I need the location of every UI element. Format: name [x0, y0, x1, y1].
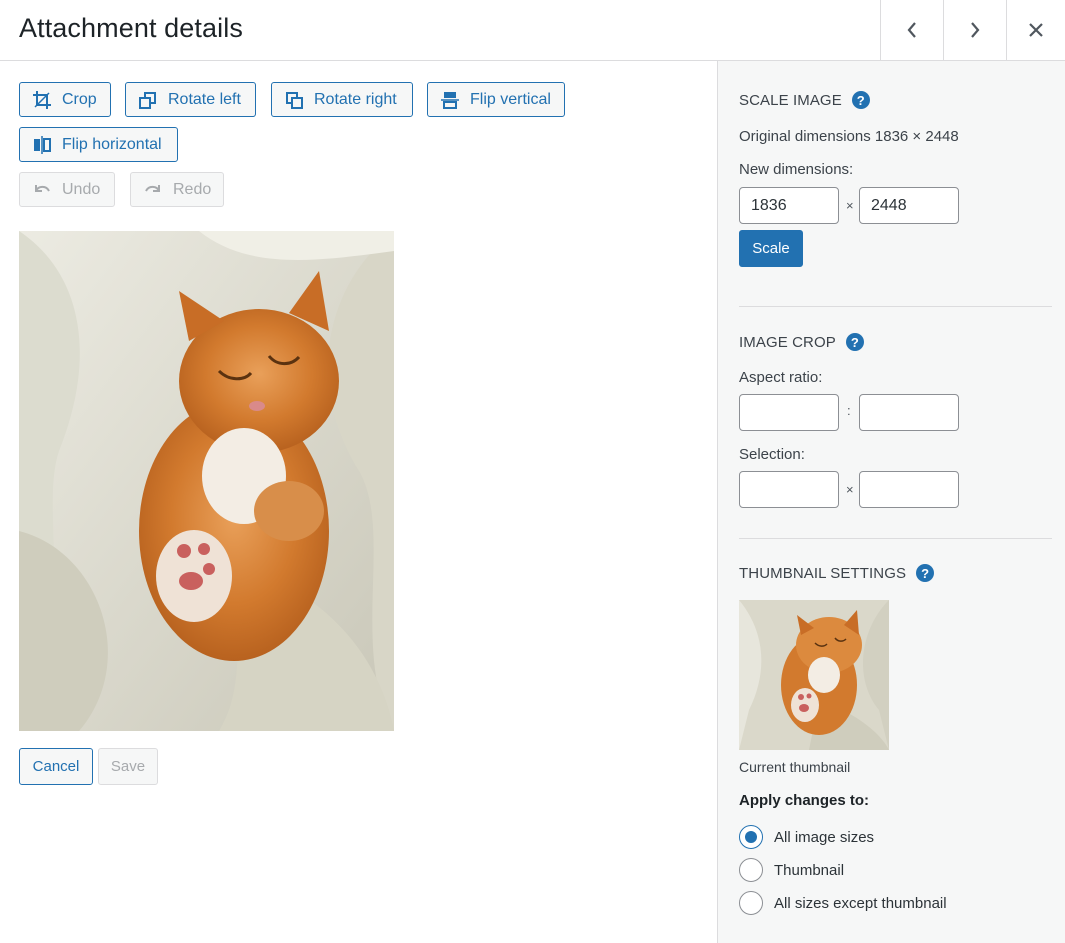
- flip-horizontal-icon: [32, 135, 52, 155]
- chevron-left-icon: [907, 22, 916, 38]
- scale-button[interactable]: Scale: [739, 230, 803, 267]
- aspect-ratio-label: Aspect ratio:: [739, 369, 823, 386]
- flip-vertical-button[interactable]: Flip vertical: [427, 82, 565, 117]
- current-thumbnail-label: Current thumbnail: [739, 759, 851, 775]
- cancel-button[interactable]: Cancel: [19, 748, 93, 785]
- image-edit-sidebar: Scale Image ? Original dimensions 1836 ×…: [717, 61, 1065, 943]
- selection-width-input[interactable]: [739, 471, 839, 508]
- new-dimensions-label: New dimensions:: [739, 161, 854, 178]
- rotate-left-icon: [138, 90, 158, 110]
- aspect-ratio-height-input[interactable]: [859, 394, 959, 431]
- redo-label: Redo: [173, 180, 212, 198]
- modal-header: Attachment details: [0, 0, 1065, 61]
- flip-vertical-icon: [440, 90, 460, 110]
- help-icon[interactable]: ?: [916, 564, 935, 582]
- previous-button[interactable]: [880, 0, 943, 60]
- divider: [739, 306, 1052, 307]
- radio-all-image-sizes[interactable]: All image sizes: [739, 825, 874, 849]
- thumbnail-settings-title: Thumbnail Settings: [739, 564, 907, 582]
- redo-icon: [143, 180, 163, 200]
- selection-height-input[interactable]: [859, 471, 959, 508]
- page-title: Attachment details: [19, 13, 243, 43]
- aspect-ratio-width-input[interactable]: [739, 394, 839, 431]
- image-crop-heading: Image Crop ?: [739, 333, 864, 351]
- radio-button[interactable]: [739, 825, 763, 849]
- rotate-right-icon: [284, 90, 304, 110]
- rotate-right-label: Rotate right: [314, 90, 397, 108]
- radio-label: All image sizes: [774, 828, 875, 846]
- rotate-left-button[interactable]: Rotate left: [125, 82, 256, 117]
- selection-separator: ×: [846, 482, 854, 497]
- crop-button[interactable]: Crop: [19, 82, 111, 117]
- crop-icon: [32, 90, 52, 110]
- radio-label: Thumbnail: [774, 861, 845, 879]
- current-thumbnail-image: [739, 600, 889, 750]
- close-button[interactable]: [1006, 0, 1065, 60]
- selection-label: Selection:: [739, 446, 805, 463]
- next-button[interactable]: [943, 0, 1006, 60]
- flip-horizontal-button[interactable]: Flip horizontal: [19, 127, 178, 162]
- radio-button[interactable]: [739, 858, 763, 882]
- image-crop-title: Image Crop: [739, 333, 836, 351]
- undo-label: Undo: [62, 180, 101, 198]
- scale-image-heading: Scale Image ?: [739, 91, 870, 109]
- divider: [739, 538, 1052, 539]
- dimension-separator: ×: [846, 198, 854, 213]
- help-icon[interactable]: ?: [851, 91, 870, 109]
- chevron-right-icon: [971, 22, 980, 38]
- undo-button[interactable]: Undo: [19, 172, 115, 207]
- crop-label: Crop: [62, 90, 97, 108]
- aspect-separator: :: [847, 403, 851, 418]
- undo-icon: [32, 180, 52, 200]
- scale-height-input[interactable]: [859, 187, 959, 224]
- apply-changes-label: Apply changes to:: [739, 792, 870, 809]
- save-button[interactable]: Save: [98, 748, 158, 785]
- help-icon[interactable]: ?: [845, 333, 864, 351]
- radio-label: All sizes except thumbnail: [774, 894, 947, 912]
- rotate-left-label: Rotate left: [168, 90, 241, 108]
- radio-thumbnail[interactable]: Thumbnail: [739, 858, 844, 882]
- thumbnail-settings-heading: Thumbnail Settings ?: [739, 564, 935, 582]
- radio-button[interactable]: [739, 891, 763, 915]
- scale-width-input[interactable]: [739, 187, 839, 224]
- scale-image-title: Scale Image: [739, 91, 842, 109]
- close-icon: [1029, 23, 1043, 37]
- kitten-image: [19, 231, 394, 731]
- flip-vertical-label: Flip vertical: [470, 90, 551, 108]
- flip-horizontal-label: Flip horizontal: [62, 135, 162, 153]
- radio-all-except-thumbnail[interactable]: All sizes except thumbnail: [739, 891, 947, 915]
- redo-button[interactable]: Redo: [130, 172, 224, 207]
- image-preview[interactable]: [19, 231, 394, 731]
- rotate-right-button[interactable]: Rotate right: [271, 82, 413, 117]
- original-dimensions: Original dimensions 1836 × 2448: [739, 128, 959, 145]
